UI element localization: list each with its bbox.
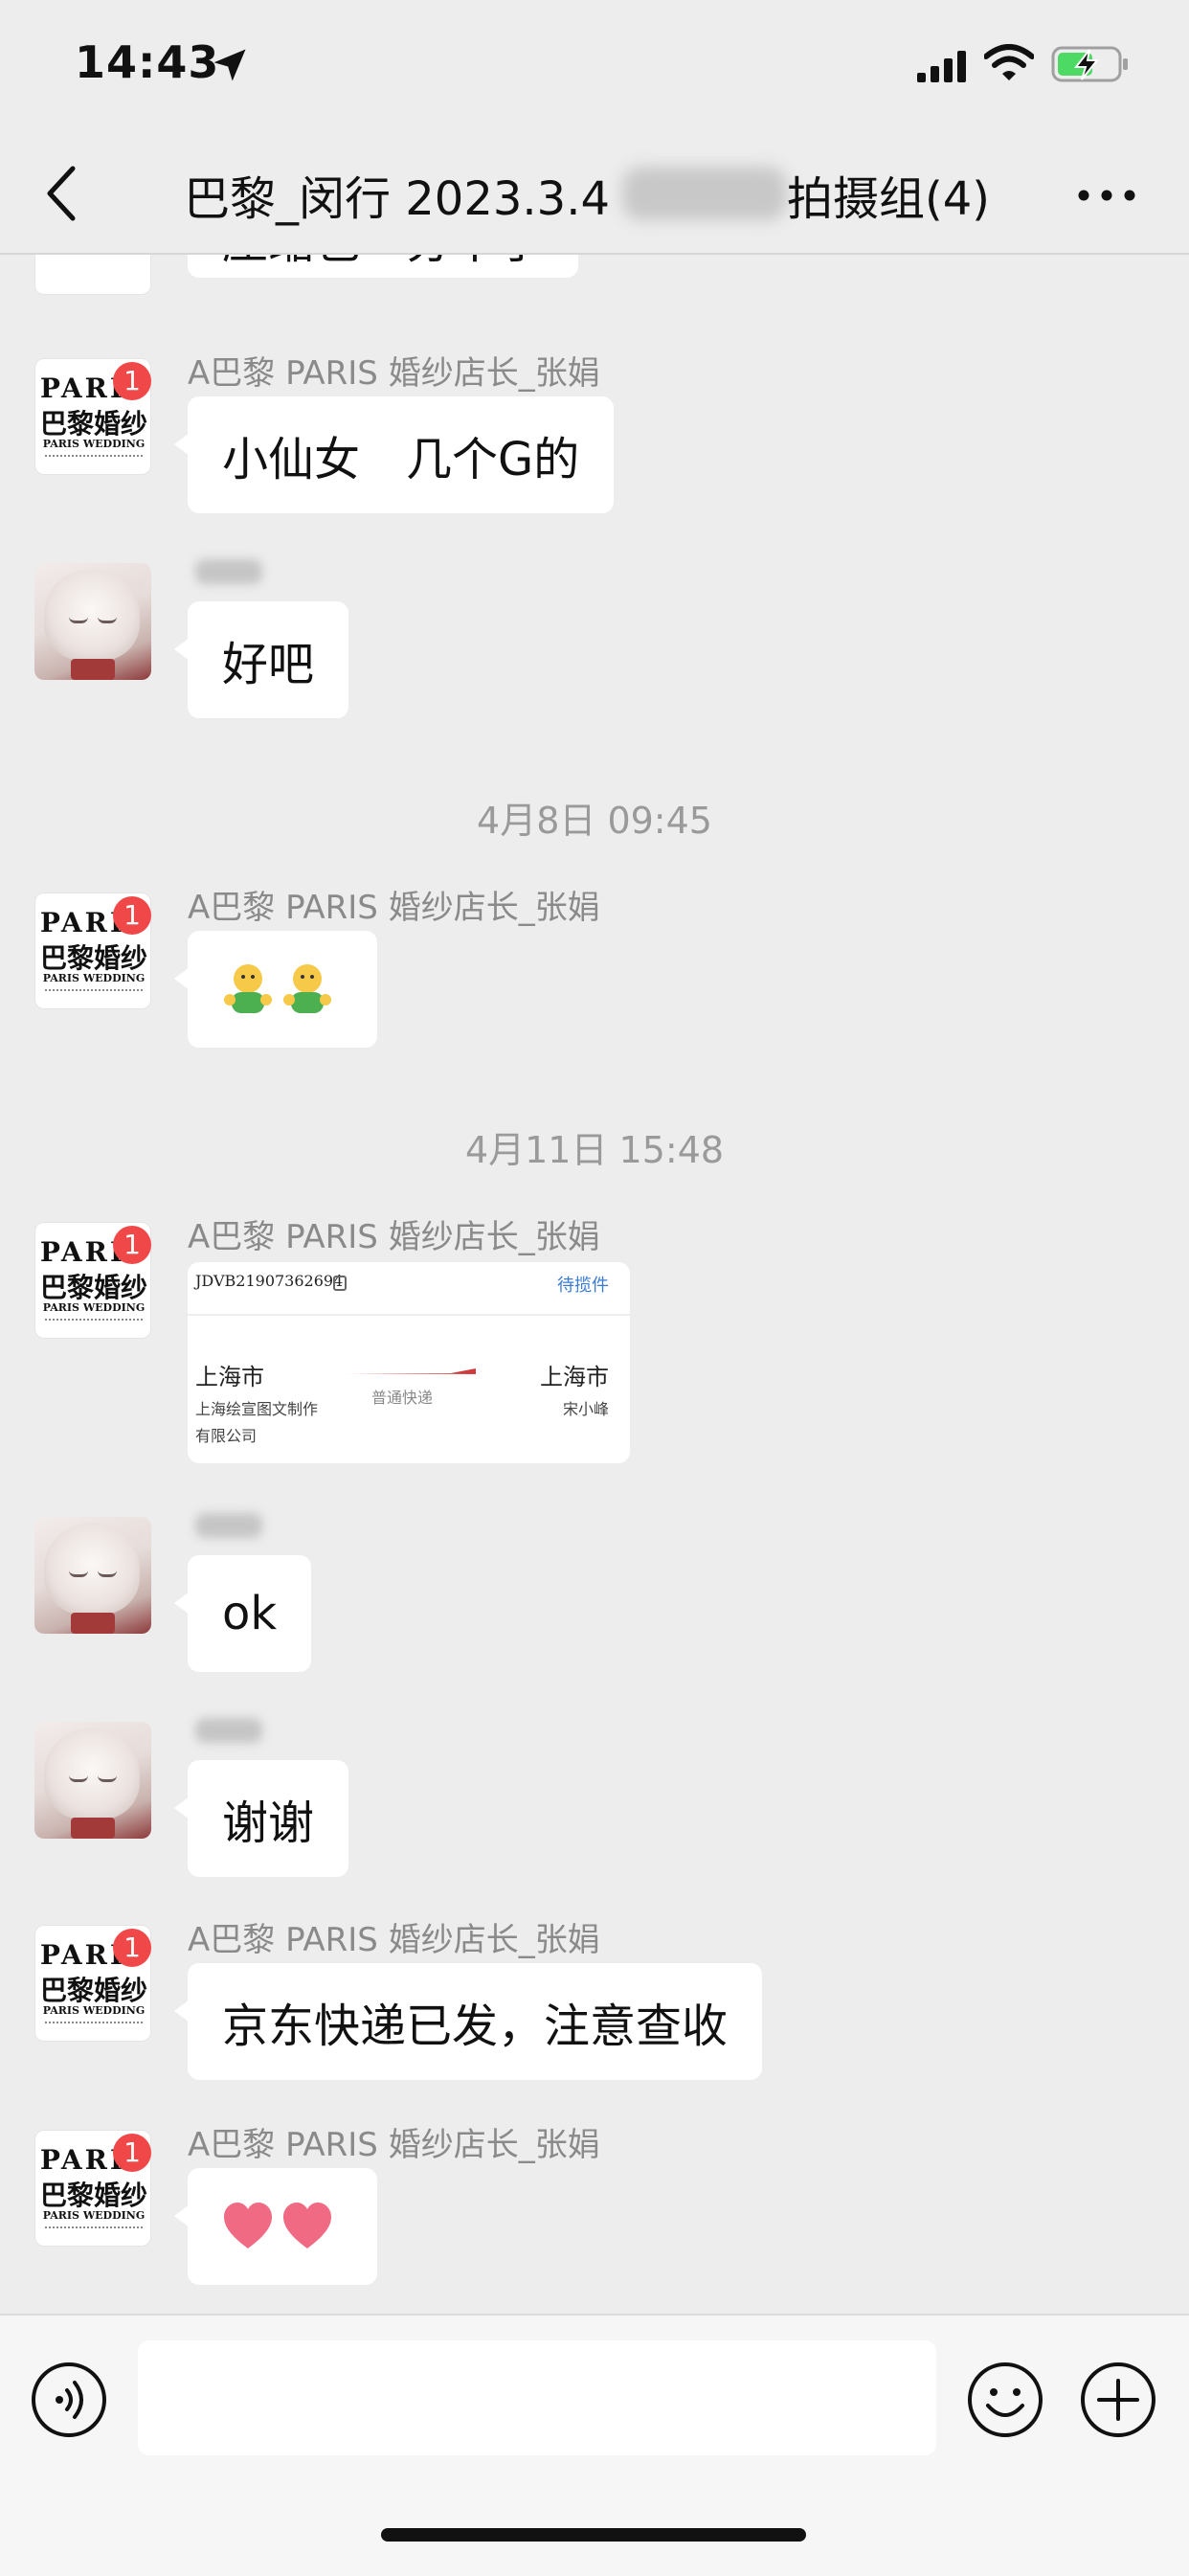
route-arrow-icon	[346, 1368, 476, 1374]
hug-emoji-icon	[224, 964, 272, 1013]
heart-emoji-icon	[224, 2203, 272, 2248]
battery-charging-icon	[1051, 46, 1128, 82]
home-indicator[interactable]	[381, 2528, 806, 2542]
avatar-divider	[45, 2022, 143, 2027]
cellular-signal-icon	[917, 51, 966, 82]
chevron-left-icon[interactable]	[40, 163, 86, 224]
sender-company-line: 上海绘宣图文制作	[195, 1400, 319, 1418]
sender-company: 上海绘宣图文制作 有限公司	[195, 1396, 318, 1450]
location-arrow-icon	[213, 49, 246, 81]
avatar-cn: 巴黎婚纱	[39, 2180, 147, 2211]
unread-badge: 1	[113, 1929, 151, 1967]
sender-name-redacted	[195, 1513, 262, 1538]
avatar-figure	[44, 1728, 140, 1819]
to-city: 上海市	[540, 1364, 609, 1390]
sender-name-redacted	[195, 1718, 262, 1743]
sender-name: A巴黎 PARIS 婚纱店长_张娟	[188, 354, 600, 393]
chat-title: 巴黎_闵行 2023.3.4	[184, 172, 611, 226]
plus-icon[interactable]	[1080, 2361, 1156, 2438]
shipping-card[interactable]: JDVB21907362694 待揽件 上海市 普通快递 上海市 上海绘宣图文制…	[188, 1262, 630, 1463]
avatar-sub: PARIS WEDDING	[42, 972, 146, 984]
avatar-divider	[45, 1319, 143, 1324]
avatar[interactable]	[34, 255, 151, 295]
message-bubble-emoji[interactable]	[174, 2168, 377, 2285]
sender-name: A巴黎 PARIS 婚纱店长_张娟	[188, 1218, 600, 1256]
sender-name: A巴黎 PARIS 婚纱店长_张娟	[188, 1921, 600, 1959]
more-dots-icon[interactable]	[1076, 188, 1137, 203]
service-type: 普通快递	[371, 1389, 434, 1407]
voice-icon[interactable]	[31, 2361, 107, 2438]
avatar-cn: 巴黎婚纱	[39, 408, 147, 440]
avatar-bow	[71, 1818, 115, 1839]
message-bubble[interactable]: 压缩包 分不了	[173, 255, 579, 278]
chat-header: 巴黎_闵行 2023.3.4 拍摄组(4)	[0, 134, 1189, 255]
status-time: 14:43	[75, 36, 220, 88]
avatar-sub: PARIS WEDDING	[42, 1301, 146, 1314]
unread-badge: 1	[113, 362, 151, 400]
avatar-user[interactable]	[34, 1517, 151, 1634]
avatar-sub: PARIS WEDDING	[42, 438, 146, 450]
chat-title-suffix: 拍摄组(4)	[787, 172, 990, 226]
emoji-icon[interactable]	[967, 2361, 1043, 2438]
sender-company-line: 有限公司	[195, 1427, 258, 1445]
avatar-figure	[44, 569, 140, 661]
card-divider	[188, 1314, 630, 1316]
message-bubble[interactable]: ok	[173, 1555, 312, 1672]
message-bubble[interactable]: 小仙女 几个G的	[173, 396, 615, 513]
from-city: 上海市	[195, 1364, 264, 1390]
title-redaction	[622, 167, 787, 220]
message-bubble[interactable]: 谢谢	[173, 1760, 349, 1877]
timestamp: 4月11日 15:48	[464, 1129, 725, 1171]
message-input[interactable]	[138, 2340, 936, 2455]
avatar-cn: 巴黎婚纱	[39, 1272, 147, 1303]
tracking-number: JDVB21907362694	[195, 1272, 344, 1290]
heart-emoji-icon	[283, 2203, 331, 2248]
copy-icon[interactable]	[333, 1276, 347, 1291]
status-bar: 14:43	[0, 0, 1189, 134]
receiver-name: 宋小峰	[562, 1400, 609, 1418]
unread-badge: 1	[113, 896, 151, 935]
sender-name: A巴黎 PARIS 婚纱店长_张娟	[188, 889, 600, 927]
message-bubble[interactable]: 好吧	[173, 601, 349, 718]
avatar-bow	[71, 659, 115, 680]
unread-badge: 1	[113, 2134, 151, 2172]
avatar-user[interactable]	[34, 563, 151, 680]
timestamp: 4月8日 09:45	[477, 800, 712, 842]
avatar-figure	[44, 1523, 140, 1615]
avatar-sub: PARIS WEDDING	[42, 2209, 146, 2222]
sender-name-redacted	[195, 559, 262, 584]
unread-badge: 1	[113, 1226, 151, 1264]
avatar-cn: 巴黎婚纱	[39, 1975, 147, 2006]
hug-emoji-icon	[283, 964, 331, 1013]
wifi-icon	[984, 44, 1034, 80]
avatar-sub: PARIS WEDDING	[42, 2004, 146, 2017]
message-bubble[interactable]: 京东快递已发，注意查收	[173, 1963, 763, 2080]
message-bubble-emoji[interactable]	[174, 931, 377, 1048]
avatar-divider	[45, 989, 143, 995]
avatar-cn: 巴黎婚纱	[39, 942, 147, 974]
avatar-bow	[71, 1613, 115, 1634]
avatar-user[interactable]	[34, 1722, 151, 1839]
shipping-status: 待揽件	[557, 1276, 609, 1296]
sender-name: A巴黎 PARIS 婚纱店长_张娟	[188, 2126, 600, 2164]
avatar-divider	[45, 2226, 143, 2232]
avatar-divider	[45, 455, 143, 461]
message-list[interactable]: 压缩包 分不了 PARIS 巴黎婚纱 PARIS WEDDING 1 A巴黎 P…	[0, 255, 1189, 2314]
